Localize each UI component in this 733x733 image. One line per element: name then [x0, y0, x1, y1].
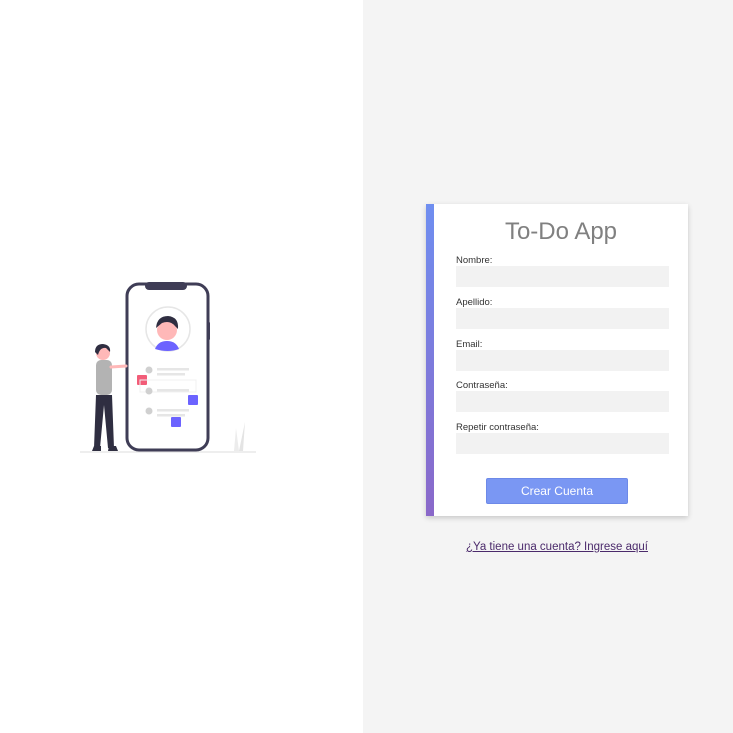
email-input[interactable]	[456, 350, 669, 371]
apellido-input[interactable]	[456, 308, 669, 329]
card-accent-bar	[426, 204, 434, 516]
nombre-label: Nombre:	[456, 255, 493, 266]
nombre-input[interactable]	[456, 266, 669, 287]
login-link[interactable]: ¿Ya tiene una cuenta? Ingrese aquí	[426, 541, 688, 553]
email-label: Email:	[456, 339, 483, 350]
app-title: To-Do App	[504, 218, 618, 245]
repeat-password-input[interactable]	[456, 433, 669, 454]
password-input[interactable]	[456, 391, 669, 412]
person-with-phone-illustration	[80, 282, 256, 453]
illustration-pane	[0, 0, 363, 733]
password-label: Contraseña:	[456, 380, 508, 391]
register-card: To-Do App Nombre: Apellido: Email: Contr…	[426, 204, 688, 516]
apellido-label: Apellido:	[456, 297, 493, 308]
repeat-password-label: Repetir contraseña:	[456, 422, 539, 433]
create-account-button[interactable]: Crear Cuenta	[486, 478, 628, 504]
